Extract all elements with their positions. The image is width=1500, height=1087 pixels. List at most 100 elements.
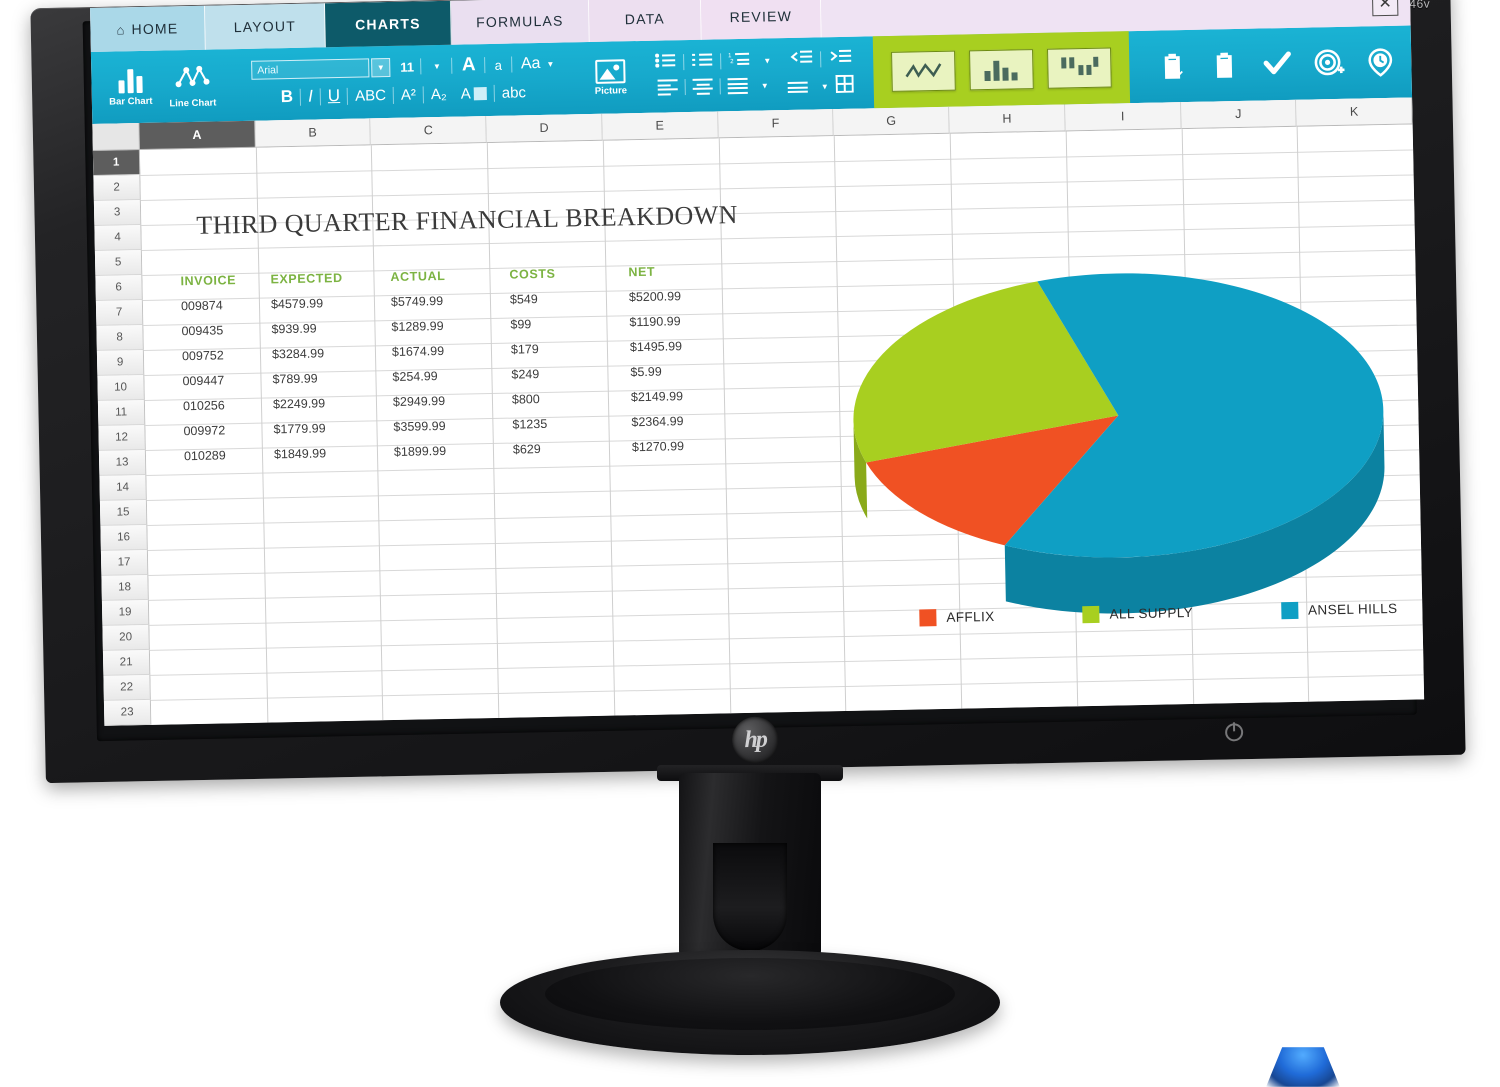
column-header-a[interactable]: A [139,121,255,150]
row-header-1[interactable]: 1 [93,150,140,176]
cell-net: $1270.99 [624,437,743,453]
cell-actual: $2949.99 [385,392,504,408]
row-header-4[interactable]: 4 [94,225,141,251]
tab-home[interactable]: ⌂ HOME [90,6,206,52]
clipboard-check-icon[interactable] [1157,51,1188,82]
column-header-i[interactable]: I [1065,102,1181,131]
column-header-j[interactable]: J [1181,100,1297,129]
legend-swatch-afflix [919,609,936,626]
picture-button[interactable]: Picture [582,59,639,97]
numbered-list-icon[interactable] [691,52,713,72]
line-spacing-dropdown-icon[interactable]: ▼ [821,82,829,91]
close-icon[interactable]: ✕ [1372,0,1399,16]
grow-font-button[interactable]: A [462,54,476,76]
clock-pin-icon[interactable] [1365,47,1396,78]
lowercase-button[interactable]: abc [495,84,534,102]
increase-indent-icon[interactable] [827,49,851,68]
column-header-k[interactable]: K [1296,97,1412,126]
cell-invoice: 010256 [145,397,265,413]
cell-actual: $1289.99 [383,317,502,333]
row-header-5[interactable]: 5 [95,250,142,276]
italic-button[interactable]: I [301,86,320,106]
grid-area[interactable]: THIRD QUARTER FINANCIAL BREAKDOWN INVOIC… [140,124,1424,724]
line-chart-button[interactable]: Line Chart [161,63,224,109]
shrink-font-button[interactable]: a [494,57,502,72]
align-center-icon[interactable] [693,79,713,95]
pie-chart[interactable] [830,220,1408,651]
row-header-23[interactable]: 23 [104,700,151,726]
font-name-dropdown-icon[interactable]: ▼ [371,57,390,76]
align-dropdown-icon[interactable]: ▼ [761,81,769,90]
row-header-12[interactable]: 12 [98,425,145,451]
legend-item-ansel-hills[interactable]: ANSEL HILLS [1281,600,1398,619]
multilevel-list-icon[interactable]: 12 [728,51,750,71]
font-size-dropdown-icon[interactable]: ▼ [433,61,441,70]
row-header-15[interactable]: 15 [100,500,147,526]
row-header-6[interactable]: 6 [95,275,142,301]
row-header-16[interactable]: 16 [100,525,147,551]
tab-formulas[interactable]: FORMULAS [451,0,590,45]
select-all-corner[interactable] [92,123,140,151]
row-header-14[interactable]: 14 [99,475,146,501]
clipboard-list-icon[interactable] [1209,50,1240,81]
align-left-icon[interactable] [658,79,678,95]
column-header-d[interactable]: D [486,114,602,143]
strikethrough-button[interactable]: ABC [348,86,393,104]
stock-chart-type-button[interactable] [1047,48,1112,89]
superscript-button[interactable]: A² [394,86,423,104]
svg-text:2: 2 [730,59,734,65]
cell-costs: $1235 [504,415,623,431]
column-header-f[interactable]: F [718,109,834,138]
row-header-8[interactable]: 8 [96,325,143,351]
row-header-20[interactable]: 20 [102,625,149,651]
line-spacing-icon[interactable] [788,82,808,93]
subscript-button[interactable]: A₂ [424,85,454,103]
list-dropdown-icon[interactable]: ▼ [763,56,771,65]
underline-button[interactable]: U [321,86,348,107]
change-case-dropdown-icon[interactable]: ▼ [546,59,554,68]
row-header-19[interactable]: 19 [102,600,149,626]
column-header-c[interactable]: C [371,116,487,145]
row-header-21[interactable]: 21 [103,650,150,676]
row-header-18[interactable]: 18 [101,575,148,601]
cell-expected: $3284.99 [264,345,384,361]
row-header-2[interactable]: 2 [93,175,140,201]
column-chart-type-button[interactable] [969,49,1034,90]
legend-item-all-supply[interactable]: ALL SUPPLY [1082,604,1193,623]
row-header-13[interactable]: 13 [99,450,146,476]
justify-icon[interactable] [728,78,748,94]
row-header-7[interactable]: 7 [96,300,143,326]
bar-chart-button[interactable]: Bar Chart [99,67,162,108]
row-header-17[interactable]: 17 [101,550,148,576]
row-header-3[interactable]: 3 [94,200,141,226]
tab-data[interactable]: DATA [589,0,702,42]
legend-item-afflix[interactable]: AFFLIX [919,608,994,627]
column-header-b[interactable]: B [255,118,371,147]
target-add-icon[interactable] [1313,48,1344,79]
tab-layout[interactable]: LAYOUT [205,3,326,49]
row-header-10[interactable]: 10 [97,375,144,401]
tab-review[interactable]: REVIEW [701,0,822,40]
bullet-list-icon[interactable] [654,52,676,72]
font-size-value[interactable]: 11 [400,59,414,74]
tab-charts[interactable]: CHARTS [325,1,452,48]
column-header-e[interactable]: E [602,111,718,140]
decrease-indent-icon[interactable] [788,50,812,69]
stock-chart-type-icon [1057,54,1102,82]
change-case-button[interactable]: Aa [521,55,541,73]
row-header-9[interactable]: 9 [97,350,144,376]
bold-button[interactable]: B [274,87,301,108]
bar-chart-label: Bar Chart [109,96,153,108]
row-header-11[interactable]: 11 [98,400,145,426]
font-color-button[interactable]: A [454,84,494,102]
column-header-g[interactable]: G [834,107,950,136]
ribbon-divider [237,59,238,111]
font-name-input[interactable]: Arial [251,58,369,79]
row-header-22[interactable]: 22 [103,675,150,701]
column-header-h[interactable]: H [949,104,1065,133]
cell-expected: $789.99 [264,370,384,386]
checkmark-icon[interactable] [1261,49,1292,80]
ribbon-group-tools [1141,24,1424,102]
line-chart-type-button[interactable] [891,51,956,92]
borders-icon[interactable] [835,75,853,98]
